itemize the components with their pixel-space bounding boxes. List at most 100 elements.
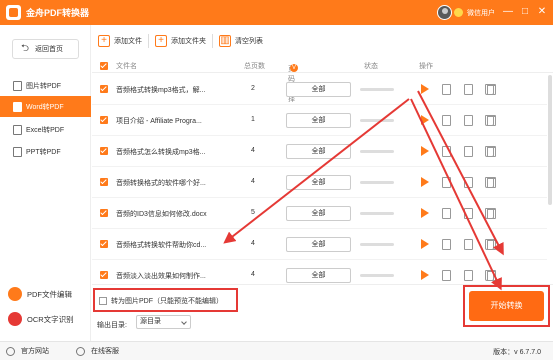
progress-bar: [360, 150, 394, 153]
table-row[interactable]: 音频转换格式的软件哪个好... 4 全部: [92, 167, 547, 198]
trash-icon[interactable]: [487, 177, 496, 188]
folder-plus-icon: +: [155, 35, 167, 47]
username: 微信用户: [467, 9, 495, 17]
sidebar-item-label: PPT转PDF: [26, 148, 61, 156]
play-icon[interactable]: [421, 115, 429, 125]
play-icon[interactable]: [421, 84, 429, 94]
row-checkbox[interactable]: [100, 147, 108, 155]
file-icon[interactable]: [464, 146, 473, 157]
app-title: 金舟PDF转换器: [26, 8, 90, 18]
row-checkbox[interactable]: [100, 271, 108, 279]
output-dir-label: 输出目录:: [97, 322, 127, 329]
image-pdf-option[interactable]: 转为图片PDF（只能预览不能编辑）: [93, 288, 238, 312]
scrollbar[interactable]: [548, 75, 552, 205]
page-range-input[interactable]: 全部: [286, 206, 351, 221]
table-row[interactable]: 音频格式转换软件帮助你cd... 4 全部: [92, 229, 547, 260]
row-checkbox[interactable]: [100, 85, 108, 93]
table-row[interactable]: 音频格式怎么转换成mp3格... 4 全部: [92, 136, 547, 167]
progress-bar: [360, 212, 394, 215]
status-bar: 官方网站 在线客服 版本：v 6.7.7.0: [0, 341, 553, 360]
plus-icon: +: [98, 35, 110, 47]
play-icon[interactable]: [421, 146, 429, 156]
clear-list-button[interactable]: ▥ 清空列表: [219, 35, 263, 47]
pdf-edit-icon: [8, 287, 22, 301]
home-label: 返回首页: [35, 46, 64, 53]
sidebar-item-word-to-pdf[interactable]: Word转PDF: [0, 96, 91, 117]
start-convert-button[interactable]: 开始转换: [469, 291, 544, 321]
minimize-icon[interactable]: —: [502, 6, 514, 18]
home-icon: [6, 346, 15, 356]
website-link[interactable]: 官方网站: [6, 346, 49, 356]
table-row[interactable]: 项目介绍 - Affiliate Progra... 1 全部: [92, 105, 547, 136]
page-count: 1: [251, 116, 255, 123]
website-label: 官方网站: [21, 348, 49, 355]
add-folder-button[interactable]: + 添加文件夹: [155, 35, 206, 47]
close-icon[interactable]: ✕: [536, 6, 548, 18]
file-icon[interactable]: [464, 115, 473, 126]
play-icon[interactable]: [421, 177, 429, 187]
image-file-icon: [13, 80, 22, 91]
ocr-tool[interactable]: OCR文字识别: [8, 310, 88, 328]
trash-icon[interactable]: [487, 146, 496, 157]
row-checkbox[interactable]: [100, 240, 108, 248]
file-name: 音频淡入淡出效果如何制作...: [116, 273, 206, 280]
page-range-input[interactable]: 全部: [286, 113, 351, 128]
support-link[interactable]: 在线客服: [76, 346, 119, 356]
file-icon[interactable]: [464, 84, 473, 95]
document-icon[interactable]: [442, 270, 451, 281]
image-pdf-checkbox[interactable]: [99, 297, 107, 305]
play-icon[interactable]: [421, 270, 429, 280]
play-icon[interactable]: [421, 239, 429, 249]
table-row[interactable]: 音频格式转换mp3格式，解... 2 全部: [92, 74, 547, 105]
add-file-button[interactable]: + 添加文件: [98, 35, 142, 47]
word-file-icon: [13, 101, 22, 112]
document-icon[interactable]: [442, 146, 451, 157]
row-checkbox[interactable]: [100, 178, 108, 186]
document-icon[interactable]: [442, 239, 451, 250]
sidebar-item-label: Word转PDF: [26, 103, 64, 111]
trash-icon[interactable]: [487, 208, 496, 219]
version-label: 版本：v 6.7.7.0: [493, 349, 541, 356]
document-icon[interactable]: [442, 177, 451, 188]
trash-icon[interactable]: [487, 239, 496, 250]
user-area[interactable]: 微信用户: [437, 5, 495, 20]
sidebar-item-ppt-to-pdf[interactable]: PPT转PDF: [0, 141, 91, 162]
table-header: 文件名 总页数 页码选择V 状态 操作: [92, 58, 553, 103]
maximize-icon[interactable]: □: [519, 6, 531, 18]
page-range-input[interactable]: 全部: [286, 144, 351, 159]
avatar[interactable]: [437, 5, 452, 20]
sidebar-item-excel-to-pdf[interactable]: Excel转PDF: [0, 119, 91, 140]
file-icon[interactable]: [464, 270, 473, 281]
table-row[interactable]: 音频的ID3信息如何修改.docx 5 全部: [92, 198, 547, 229]
page-range-input[interactable]: 全部: [286, 175, 351, 190]
pdf-edit-tool[interactable]: PDF文件编辑: [8, 285, 88, 303]
page-range-input[interactable]: 全部: [286, 82, 351, 97]
progress-bar: [360, 181, 394, 184]
range-dropdown-icon[interactable]: V: [290, 64, 298, 72]
play-icon[interactable]: [421, 208, 429, 218]
column-actions: 操作: [419, 63, 433, 70]
document-icon[interactable]: [442, 208, 451, 219]
trash-icon[interactable]: [487, 270, 496, 281]
row-checkbox[interactable]: [100, 209, 108, 217]
divider: [212, 34, 213, 48]
sidebar-item-image-to-pdf[interactable]: 图片转PDF: [0, 75, 91, 96]
document-icon[interactable]: [442, 84, 451, 95]
output-dir-select[interactable]: 源目录: [136, 315, 191, 329]
progress-bar: [360, 119, 394, 122]
vip-badge-icon: [454, 8, 463, 17]
file-icon[interactable]: [464, 177, 473, 188]
page-range-input[interactable]: 全部: [286, 237, 351, 252]
row-checkbox[interactable]: [100, 116, 108, 124]
ppt-file-icon: [13, 146, 22, 157]
file-icon[interactable]: [464, 208, 473, 219]
column-filename: 文件名: [116, 63, 137, 70]
trash-icon[interactable]: [487, 115, 496, 126]
select-all-checkbox[interactable]: [100, 62, 108, 70]
page-range-input[interactable]: 全部: [286, 268, 351, 283]
page-count: 5: [251, 209, 255, 216]
file-icon[interactable]: [464, 239, 473, 250]
home-button[interactable]: ⮌ 返回首页: [12, 39, 79, 59]
document-icon[interactable]: [442, 115, 451, 126]
trash-icon[interactable]: [487, 84, 496, 95]
